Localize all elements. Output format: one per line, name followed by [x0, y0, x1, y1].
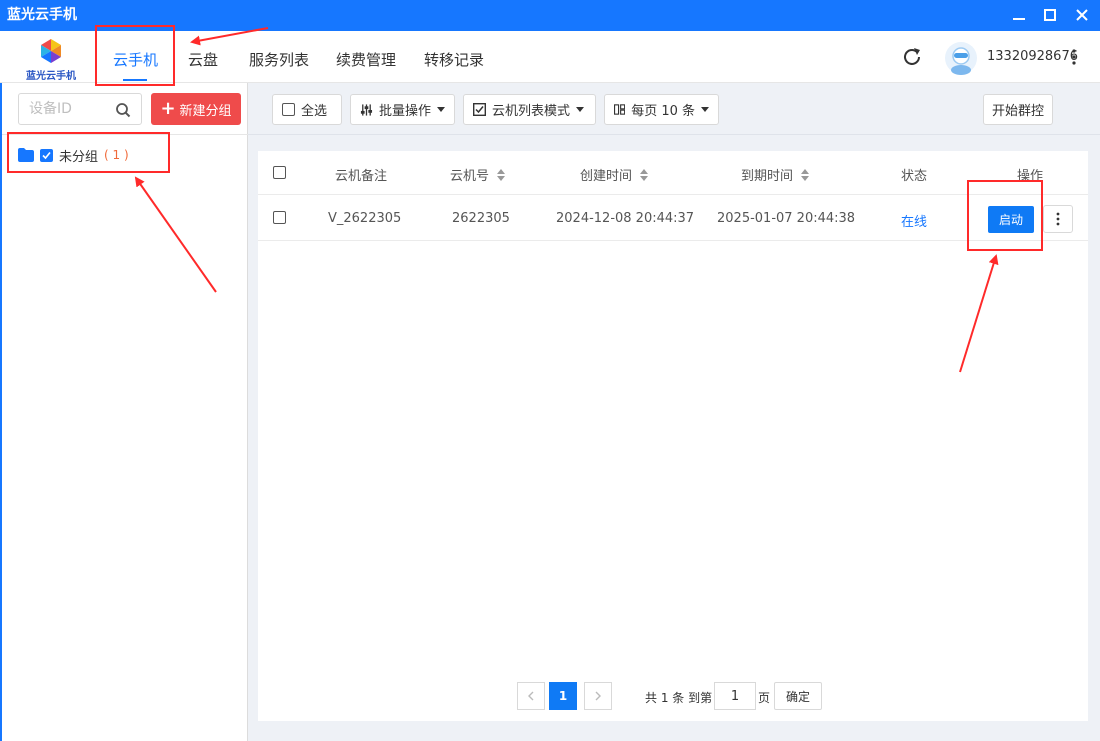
- table-row: V_2622305 2622305 2024-12-08 20:44:37 20…: [258, 196, 1088, 241]
- col-status: 状态: [901, 169, 928, 184]
- logo-text: 蓝光云手机: [26, 71, 76, 82]
- col-expires[interactable]: 到期时间: [741, 165, 810, 184]
- cell-note: V_2622305: [328, 211, 402, 226]
- table-header: 云机备注 云机号 创建时间 到期时间 状态 操作: [258, 151, 1088, 195]
- cell-device-id: 2622305: [452, 211, 510, 226]
- prev-page-button[interactable]: [517, 682, 545, 710]
- tab-cloud-disk[interactable]: 云盘: [188, 49, 218, 70]
- sort-icon: [801, 168, 810, 181]
- window-title: 蓝光云手机: [7, 7, 77, 23]
- tab-renewal[interactable]: 续费管理: [336, 49, 396, 70]
- avatar[interactable]: [944, 41, 978, 75]
- chevron-left-icon: [528, 691, 534, 701]
- tab-service-list[interactable]: 服务列表: [249, 49, 309, 70]
- cell-created: 2024-12-08 20:44:37: [556, 211, 695, 226]
- cell-expires: 2025-01-07 20:44:38: [717, 211, 856, 226]
- select-all-label: 全选: [301, 104, 328, 119]
- annotation-box-start: [967, 180, 1043, 251]
- group-control-button[interactable]: 开始群控: [983, 94, 1053, 125]
- plus-icon: +: [160, 98, 176, 119]
- goto-page-input[interactable]: [714, 682, 756, 710]
- row-more-button[interactable]: [1043, 205, 1073, 233]
- select-all-button[interactable]: 全选: [272, 94, 342, 125]
- chevron-down-icon: [701, 107, 709, 112]
- per-page-dropdown[interactable]: 每页 10 条: [604, 94, 719, 125]
- logo-icon: [41, 39, 61, 63]
- list-mode-dropdown[interactable]: 云机列表模式: [463, 94, 596, 125]
- sliders-icon: [360, 103, 373, 116]
- batch-ops-dropdown[interactable]: 批量操作: [350, 94, 455, 125]
- grid-icon: [614, 104, 626, 115]
- new-group-label: 新建分组: [179, 103, 232, 119]
- chevron-down-icon: [576, 107, 585, 112]
- total-text: 共 1 条 到第: [645, 691, 713, 705]
- checkbox-list-icon: [473, 103, 486, 116]
- tab-transfer-records[interactable]: 转移记录: [424, 49, 484, 70]
- refresh-icon: [904, 48, 920, 65]
- sort-icon: [497, 168, 506, 181]
- toolbar: 全选 批量操作 云机列表模式 每页 10 条 开始群控: [248, 83, 1100, 135]
- more-vertical-icon: [1072, 49, 1076, 65]
- chevron-right-icon: [595, 691, 601, 701]
- group-control-label: 开始群控: [992, 104, 1045, 119]
- page-button[interactable]: 1: [549, 682, 577, 710]
- header-checkbox[interactable]: [273, 166, 286, 179]
- select-all-checkbox[interactable]: [282, 103, 295, 116]
- device-table: 云机备注 云机号 创建时间 到期时间 状态 操作 V_2622305 26223…: [258, 151, 1088, 721]
- next-page-button[interactable]: [584, 682, 612, 710]
- sidebar: + 新建分组 未分组 ( 1 ): [0, 83, 248, 741]
- chevron-down-icon: [437, 107, 445, 112]
- device-id-input[interactable]: [29, 100, 115, 118]
- search-icon[interactable]: [115, 102, 131, 118]
- device-search: [18, 93, 142, 125]
- status-badge: 在线: [901, 215, 928, 230]
- sort-icon: [640, 168, 649, 181]
- username: 13320928676: [987, 49, 1078, 64]
- maximize-button[interactable]: [1039, 4, 1061, 26]
- page-suffix: 页: [758, 691, 771, 705]
- goto-confirm-button[interactable]: 确定: [774, 682, 822, 710]
- close-button[interactable]: [1071, 4, 1093, 26]
- minimize-icon: [1013, 18, 1025, 20]
- more-vertical-icon: [1056, 212, 1060, 226]
- refresh-button[interactable]: [900, 45, 924, 69]
- new-group-button[interactable]: + 新建分组: [151, 93, 241, 125]
- close-icon: [1076, 9, 1088, 21]
- col-note: 云机备注: [335, 169, 388, 184]
- annotation-box-group: [7, 132, 170, 173]
- user-menu-button[interactable]: [1068, 47, 1080, 67]
- maximize-icon: [1044, 9, 1056, 21]
- col-created[interactable]: 创建时间: [580, 165, 649, 184]
- app-logo: 蓝光云手机: [22, 37, 80, 82]
- annotation-box-tab: [95, 25, 175, 86]
- per-page-label: 每页 10 条: [631, 104, 695, 119]
- list-mode-label: 云机列表模式: [492, 104, 571, 119]
- row-checkbox[interactable]: [273, 211, 286, 224]
- col-device-id[interactable]: 云机号: [450, 165, 506, 184]
- batch-ops-label: 批量操作: [378, 104, 431, 119]
- minimize-button[interactable]: [1008, 4, 1030, 26]
- avatar-icon: [945, 42, 977, 75]
